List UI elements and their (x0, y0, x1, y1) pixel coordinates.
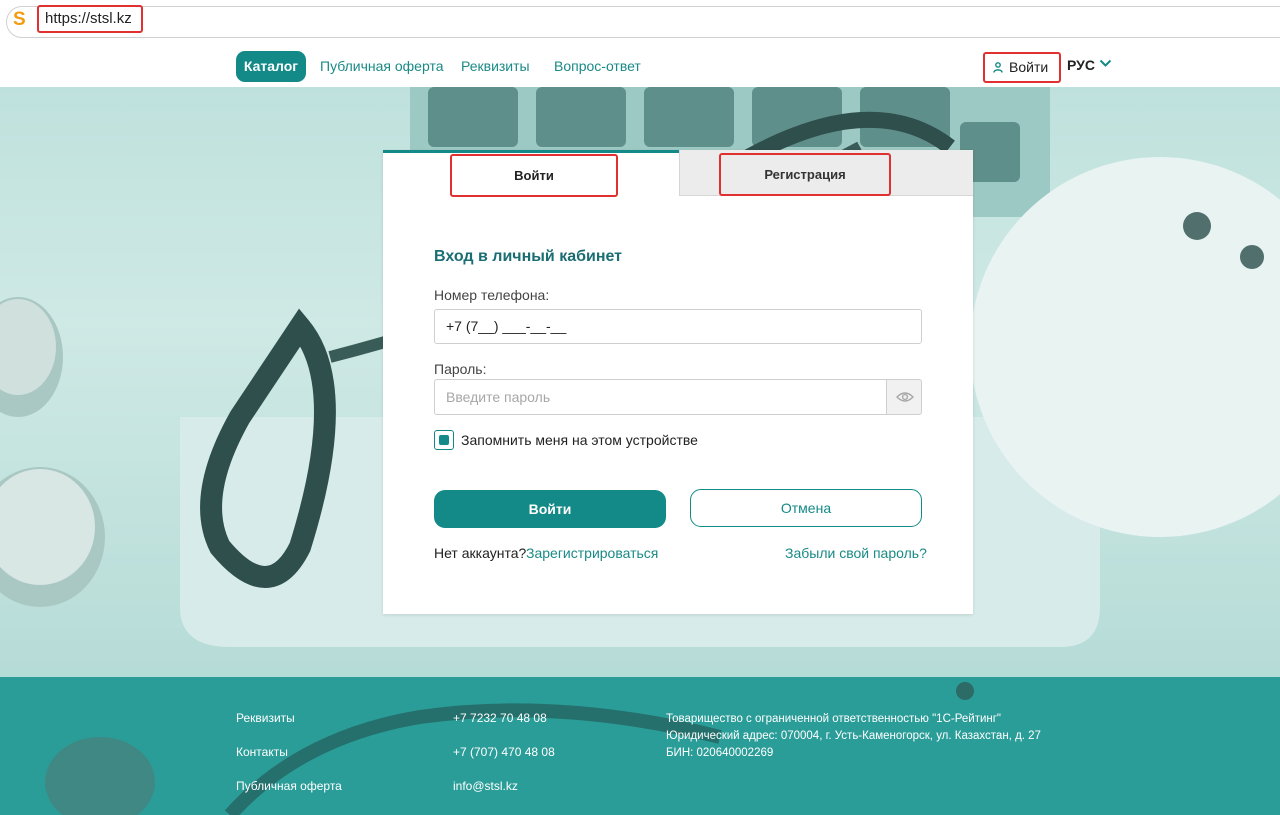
chevron-down-icon[interactable] (1099, 59, 1112, 68)
site-footer: Реквизиты Контакты Публичная оферта +7 7… (0, 677, 1280, 815)
site-header: Каталог Публичная оферта Реквизиты Вопро… (0, 44, 1280, 87)
footer-link-contacts[interactable]: Контакты (236, 745, 342, 759)
register-link[interactable]: Зарегистрироваться (526, 545, 658, 561)
footer-link-public-offer[interactable]: Публичная оферта (236, 779, 342, 793)
tab-register[interactable]: Регистрация (719, 153, 891, 196)
language-selector[interactable]: РУС (1067, 57, 1095, 73)
footer-company-address: Юридический адрес: 070004, г. Усть-Камен… (666, 730, 1041, 742)
checkbox-checked-mark (439, 435, 449, 445)
footer-phone-2[interactable]: +7 (707) 470 48 08 (453, 745, 555, 759)
footer-phone-1[interactable]: +7 7232 70 48 08 (453, 711, 555, 725)
footer-contacts: +7 7232 70 48 08 +7 (707) 470 48 08 info… (453, 711, 555, 813)
footer-links: Реквизиты Контакты Публичная оферта (236, 711, 342, 813)
nav-link-public-offer[interactable]: Публичная оферта (320, 58, 444, 74)
remember-me-label[interactable]: Запомнить меня на этом устройстве (461, 432, 698, 448)
remember-me-checkbox[interactable] (434, 430, 454, 450)
show-password-button[interactable] (886, 379, 922, 415)
nav-link-requisites[interactable]: Реквизиты (461, 58, 530, 74)
footer-company-info: Товарищество с ограниченной ответственно… (666, 711, 1041, 762)
nav-login-label: Войти (1009, 59, 1049, 75)
tab-login[interactable]: Войти (450, 154, 618, 197)
footer-email[interactable]: info@stsl.kz (453, 779, 555, 793)
user-icon (993, 62, 1003, 73)
footer-link-requisites[interactable]: Реквизиты (236, 711, 342, 725)
card-title: Вход в личный кабинет (434, 248, 622, 265)
password-label: Пароль: (434, 361, 487, 377)
nav-login-button[interactable]: Войти (983, 52, 1061, 83)
site-favicon-icon: S (13, 9, 26, 30)
footer-photo-illustration (45, 682, 974, 815)
url-box[interactable] (6, 6, 1280, 38)
url-text[interactable]: https://stsl.kz (37, 5, 143, 33)
phone-label: Номер телефона: (434, 287, 550, 303)
password-input[interactable]: Введите пароль (434, 379, 887, 415)
no-account-text: Нет аккаунта? (434, 545, 527, 561)
footer-company-bin: БИН: 020640002269 (666, 747, 774, 759)
eye-icon (896, 392, 914, 402)
nav-link-faq[interactable]: Вопрос-ответ (554, 58, 641, 74)
footer-company-name: Товарищество с ограниченной ответственно… (666, 713, 1002, 725)
login-card: Войти Регистрация Вход в личный кабинет … (383, 150, 973, 614)
nav-catalog-button[interactable]: Каталог (236, 51, 306, 82)
phone-input[interactable]: +7 (7__) ___-__-__ (434, 309, 922, 344)
login-submit-button[interactable]: Войти (434, 490, 666, 528)
cancel-button[interactable]: Отмена (690, 489, 922, 527)
active-tab-indicator (383, 150, 679, 153)
forgot-password-link[interactable]: Забыли свой пароль? (785, 545, 927, 561)
browser-address-bar: S https://stsl.kz (0, 0, 1280, 44)
